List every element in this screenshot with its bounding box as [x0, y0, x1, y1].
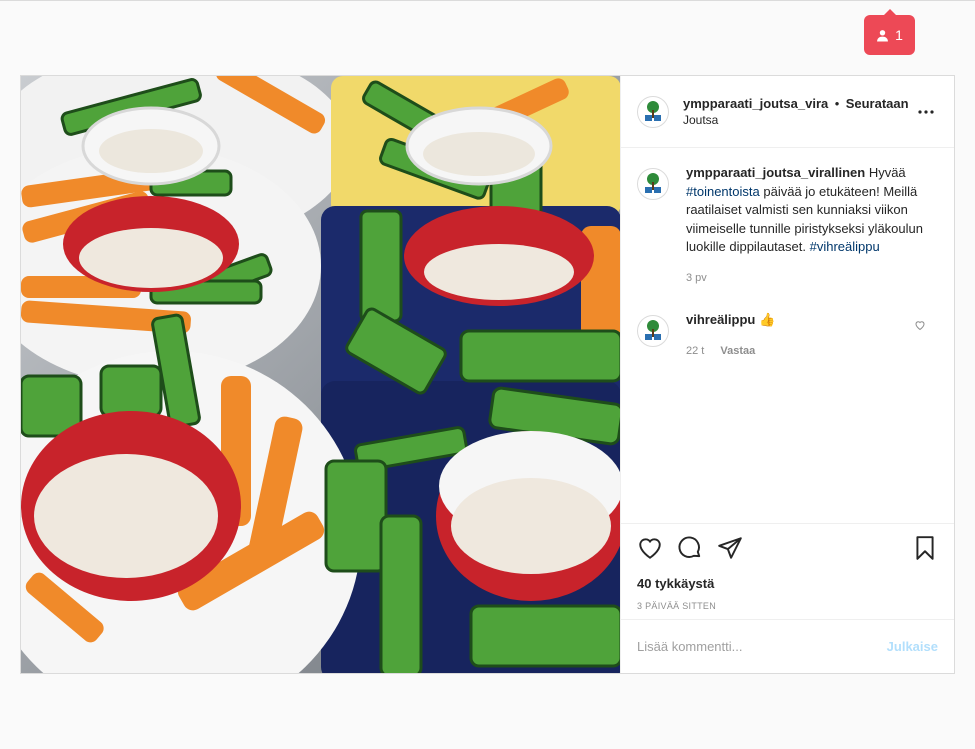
notification-count: 1: [895, 27, 903, 43]
green-flag-logo-icon: [645, 100, 661, 121]
more-options-button[interactable]: [914, 100, 938, 124]
add-comment-bar: Julkaise: [621, 619, 954, 673]
publish-button[interactable]: Julkaise: [887, 639, 938, 654]
hashtag-link[interactable]: #vihreälippu: [810, 239, 880, 254]
comment-time[interactable]: 22 t: [686, 342, 704, 361]
header-separator: •: [834, 95, 840, 111]
post-sidebar: ympparaati_joutsa_vira • Seurataan Jouts…: [620, 76, 954, 673]
reply-button[interactable]: Vastaa: [720, 342, 755, 361]
post-location[interactable]: Joutsa: [683, 112, 914, 129]
post-date[interactable]: 3 PÄIVÄÄ SITTEN: [637, 601, 938, 611]
hashtag-link[interactable]: #toinentoista: [686, 184, 760, 199]
post-modal: ympparaati_joutsa_vira • Seurataan Jouts…: [20, 75, 955, 674]
activity-notification-badge[interactable]: 1: [864, 9, 915, 55]
post-actions: 40 tykkäystä 3 PÄIVÄÄ SITTEN: [621, 523, 954, 611]
heart-icon[interactable]: [637, 535, 663, 561]
comment-bubble-icon[interactable]: [677, 535, 703, 561]
post-header: ympparaati_joutsa_vira • Seurataan Jouts…: [621, 76, 954, 148]
comment-item: vihreälippu 👍 22 t Vastaa: [637, 311, 938, 360]
comment-text: 👍: [758, 312, 776, 327]
person-icon: [877, 29, 889, 41]
share-paper-plane-icon[interactable]: [717, 535, 743, 561]
bookmark-icon[interactable]: [912, 535, 938, 561]
likes-count[interactable]: 40 tykkäystä: [637, 576, 938, 591]
green-flag-logo-icon: [645, 320, 661, 340]
caption-avatar[interactable]: [637, 168, 669, 200]
top-divider: [0, 0, 975, 1]
comment-input[interactable]: [637, 639, 887, 654]
caption: ympparaati_joutsa_virallinen Hyvää #toin…: [637, 164, 938, 287]
more-horizontal-icon: [918, 109, 934, 114]
comments-section: ympparaati_joutsa_virallinen Hyvää #toin…: [621, 148, 954, 360]
commenter-avatar[interactable]: [637, 315, 669, 347]
veggie-platter-illustration: [21, 76, 620, 673]
caption-text-1: Hyvää: [868, 165, 906, 180]
like-comment-heart-icon[interactable]: [914, 319, 926, 331]
green-flag-logo-icon: [645, 173, 661, 193]
commenter-username[interactable]: vihreälippu: [686, 312, 755, 327]
caption-time[interactable]: 3 pv: [686, 269, 707, 288]
follow-button[interactable]: Seurataan: [846, 96, 909, 111]
account-username[interactable]: ympparaati_joutsa_vira: [683, 96, 828, 111]
caption-username[interactable]: ympparaati_joutsa_virallinen: [686, 165, 865, 180]
account-avatar[interactable]: [637, 95, 669, 128]
post-photo[interactable]: [21, 76, 620, 673]
